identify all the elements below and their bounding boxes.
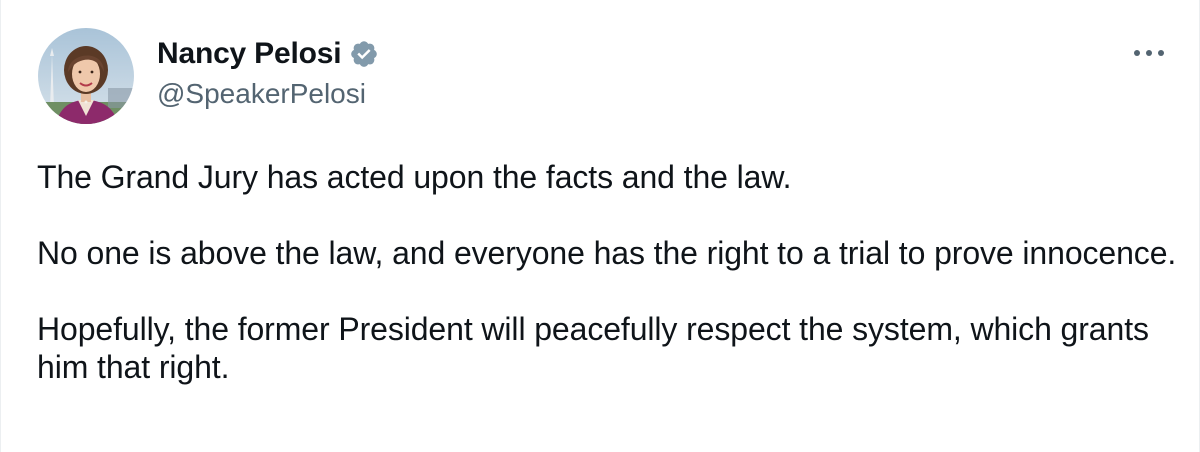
tweet-card: Nancy Pelosi @SpeakerPelosi The Grand Ju… (0, 0, 1200, 452)
author-name-row: Nancy Pelosi (157, 36, 379, 72)
avatar[interactable] (38, 28, 134, 124)
verified-badge-icon[interactable] (349, 39, 379, 69)
tweet-paragraph: Hopefully, the former President will pea… (37, 311, 1149, 385)
author-display-name[interactable]: Nancy Pelosi (157, 37, 342, 71)
tweet-paragraph: No one is above the law, and everyone ha… (37, 235, 1177, 271)
tweet-paragraph: The Grand Jury has acted upon the facts … (37, 159, 792, 195)
profile-photo-icon (38, 28, 134, 124)
author-handle[interactable]: @SpeakerPelosi (157, 78, 366, 110)
tweet-text: The Grand Jury has acted upon the facts … (37, 158, 1177, 386)
more-horizontal-icon (1134, 50, 1164, 56)
more-options-button[interactable] (1127, 38, 1171, 68)
